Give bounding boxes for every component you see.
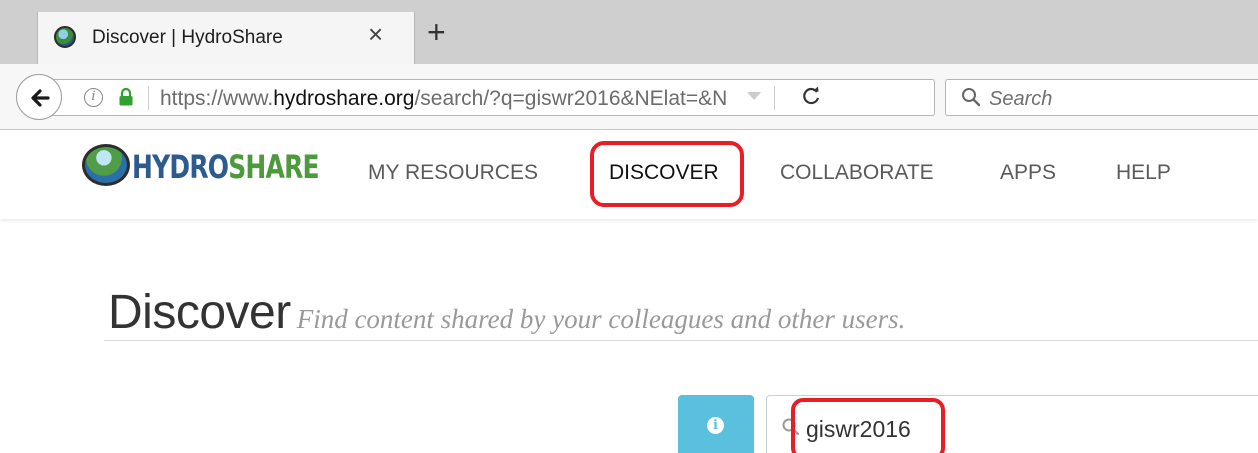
browser-tab[interactable]: Discover | HydroShare × [37,12,415,64]
nav-item-help[interactable]: HELP [1116,161,1171,185]
resource-search-input[interactable] [806,416,1106,443]
resource-search-box[interactable] [766,395,1258,453]
browser-search-bar[interactable]: Search [945,79,1258,116]
nav-item-discover[interactable]: DISCOVER [609,161,719,185]
lock-icon [119,88,133,106]
logo-text: HYDROSHARE [132,148,320,186]
info-icon[interactable]: i [84,88,103,107]
nav-item-apps[interactable]: APPS [1000,161,1056,185]
tab-title: Discover | HydroShare [92,27,283,48]
site-favicon-icon [54,26,76,48]
nav-item-my-resources[interactable]: MY RESOURCES [368,161,538,185]
url-separator [774,86,775,110]
globe-icon [82,144,130,186]
info-icon: i [707,417,724,434]
page-title: Discover [108,286,291,339]
address-bar[interactable]: i https://www.hydroshare.org/search/?q=g… [47,79,935,116]
close-tab-icon[interactable]: × [368,21,383,47]
new-tab-icon[interactable]: + [427,16,446,48]
back-arrow-icon [31,89,50,107]
site-header: HYDROSHARE MY RESOURCES DISCOVER COLLABO… [0,131,1258,219]
search-icon [782,418,800,436]
browser-search-placeholder: Search [989,88,1053,110]
browser-tab-strip: Discover | HydroShare × + [0,0,1258,64]
heading-divider [104,340,1258,341]
hydroshare-logo[interactable]: HYDROSHARE [82,143,332,191]
page-subtitle: Find content shared by your colleagues a… [296,304,906,334]
dropdown-arrow-icon[interactable] [747,92,761,100]
search-icon [962,88,981,107]
url-text[interactable]: https://www.hydroshare.org/search/?q=gis… [160,87,740,111]
search-info-button[interactable]: i [678,395,754,453]
browser-navbar: i https://www.hydroshare.org/search/?q=g… [0,64,1258,130]
back-button[interactable] [16,74,62,120]
page-heading: Discover Find content shared by your coll… [108,285,905,340]
reload-icon[interactable] [800,85,822,113]
url-separator [148,86,149,110]
nav-item-collaborate[interactable]: COLLABORATE [780,161,934,185]
